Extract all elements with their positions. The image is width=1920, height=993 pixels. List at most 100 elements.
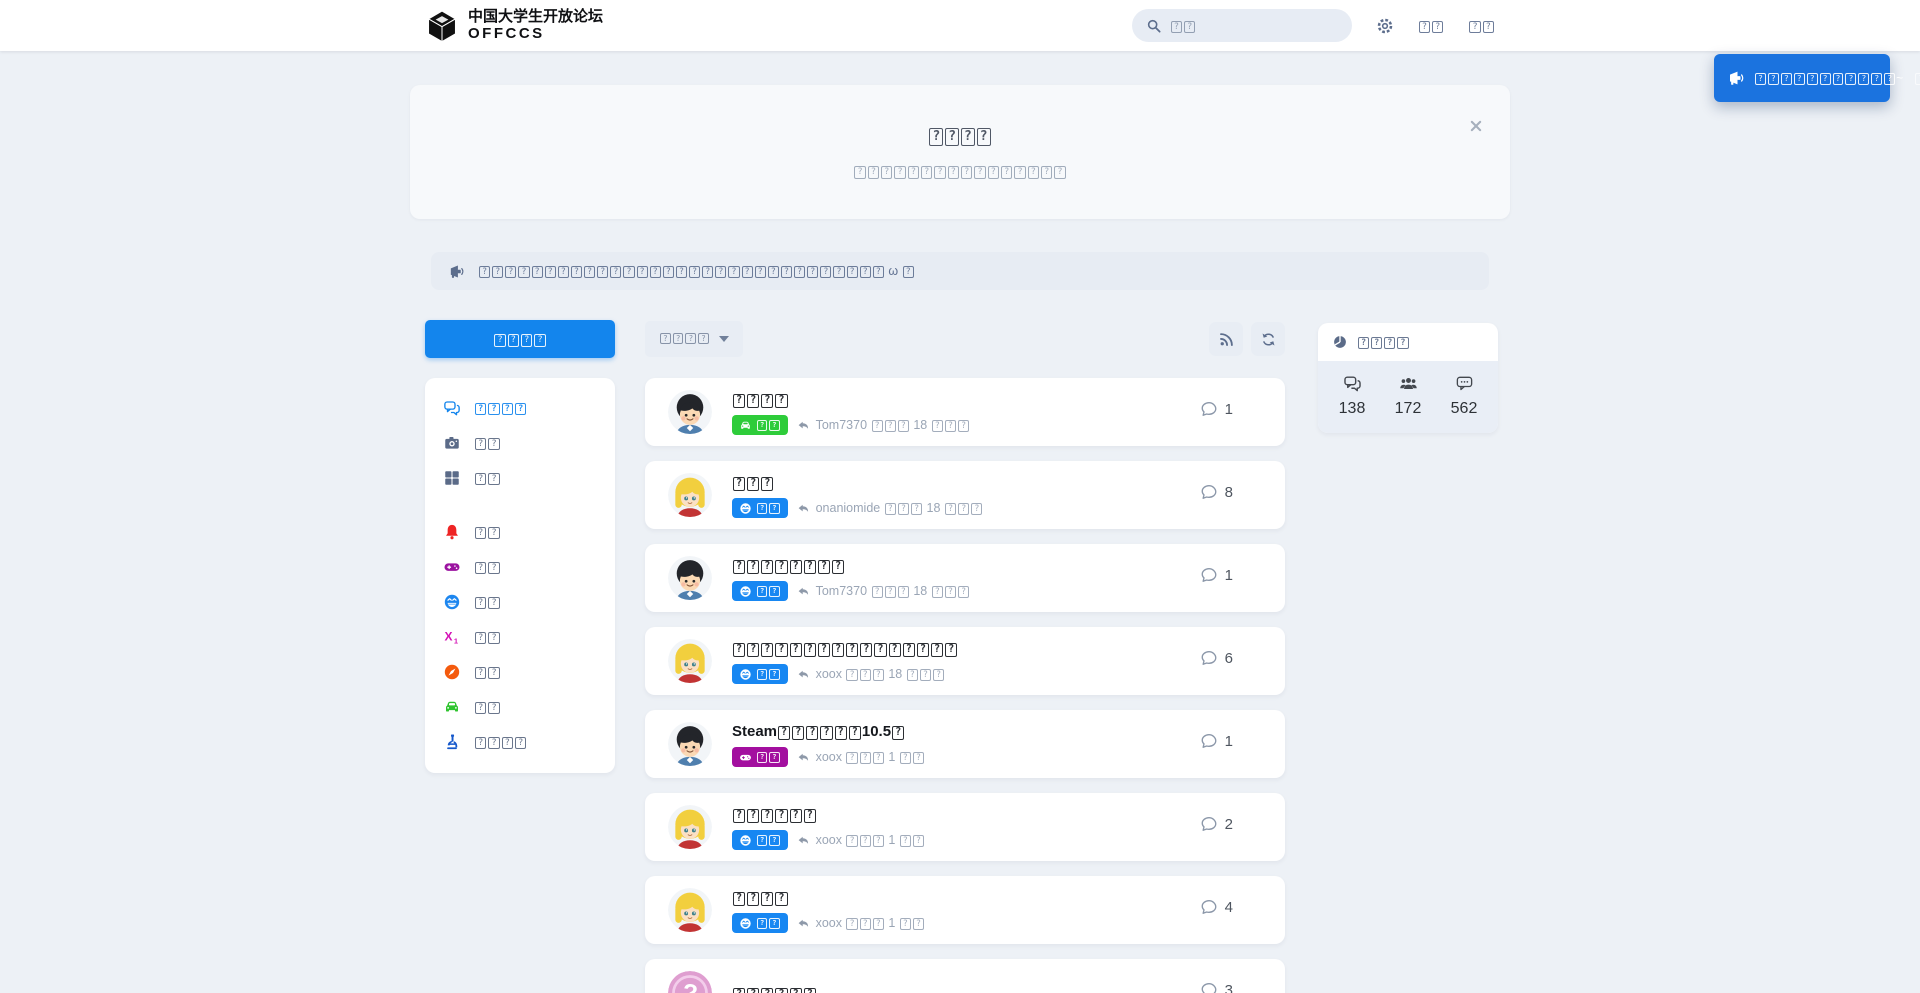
discussion-row[interactable]: ??? ?? onaniomide ??? 18 ??? — [645, 461, 1285, 529]
comment-count[interactable]: 6 — [1200, 649, 1233, 667]
discussion-row[interactable]: ?????? 3 — [645, 959, 1285, 993]
grid-icon — [443, 469, 461, 487]
site-title: 中国大学生开放论坛 — [468, 9, 603, 26]
comment-count[interactable]: 1 — [1200, 732, 1233, 750]
megaphone-icon — [1727, 69, 1745, 87]
discussion-title[interactable]: Steam??????10.5? — [732, 723, 925, 741]
tag-badge[interactable]: ?? — [732, 664, 788, 684]
reply-icon — [797, 502, 810, 515]
discussion-list-column: ???? ???? — [645, 320, 1285, 993]
welcome-hero: ???? ???????????????? — [410, 85, 1510, 219]
sidebar-tag-explore[interactable]: ?? — [425, 654, 615, 689]
tag-badge[interactable]: ?? — [732, 913, 788, 933]
sidebar-tag-life[interactable]: ?? — [425, 689, 615, 724]
tag-badge[interactable]: ?? — [732, 498, 788, 518]
stats-title: ???? — [1357, 335, 1410, 349]
announcement-bar: ??????????????????????????????? ω ? — [431, 252, 1489, 290]
comment-bubble-icon — [1200, 815, 1218, 833]
last-reply-meta: xoox ??? 1 ?? — [797, 833, 925, 847]
comment-count[interactable]: 4 — [1200, 898, 1233, 916]
last-reply-meta: xoox ??? 1 ?? — [797, 750, 925, 764]
discussion-row[interactable]: ?????? ?? xoox ??? 1 ?? — [645, 793, 1285, 861]
comment-count[interactable]: 1 — [1200, 400, 1233, 418]
cube-logo-icon — [425, 9, 459, 43]
hero-title: ???? — [410, 125, 1510, 147]
avatar — [668, 888, 712, 932]
sidebar-tag-science[interactable]: ???? — [425, 724, 615, 759]
announcement-toast[interactable]: ???????????~ ? — [1714, 54, 1890, 102]
comment-count[interactable]: 3 — [1200, 981, 1233, 993]
sidebar-tag-x1[interactable]: ?? — [425, 619, 615, 654]
toast-link[interactable]: ? — [1914, 71, 1920, 85]
discussion-title[interactable]: ???????? — [732, 557, 970, 575]
gear-icon — [1376, 17, 1394, 35]
discussion-row[interactable]: ???? ?? Tom7370 ??? 18 ??? — [645, 378, 1285, 446]
comment-count[interactable]: 2 — [1200, 815, 1233, 833]
discussion-row[interactable]: ???? ?? xoox ??? 1 ?? — [645, 876, 1285, 944]
site-logo[interactable]: 中国大学生开放论坛 OFFCCS — [425, 9, 603, 43]
forum-stats-card: ???? 138 172 562 — [1318, 323, 1498, 433]
discussion-title[interactable]: ???? — [732, 391, 970, 409]
comment-count[interactable]: 1 — [1200, 566, 1233, 584]
megaphone-icon — [448, 263, 465, 280]
comment-bubble-icon — [1200, 981, 1218, 993]
discussion-row[interactable]: Steam??????10.5? ?? xoox ??? 1 ?? — [645, 710, 1285, 778]
stat-users: 172 — [1380, 374, 1436, 418]
last-reply-meta: Tom7370 ??? 18 ??? — [797, 584, 971, 598]
hero-close-button[interactable] — [1466, 117, 1486, 137]
comment-bubble-icon — [1200, 483, 1218, 501]
car-icon — [739, 419, 752, 432]
nav-link-login[interactable]: ?? — [1418, 18, 1445, 34]
sidebar-item-following[interactable]: ?? — [425, 425, 615, 460]
settings-button[interactable] — [1376, 17, 1394, 35]
grin-face-icon — [739, 834, 752, 847]
rss-button[interactable] — [1209, 322, 1243, 356]
tag-badge[interactable]: ?? — [732, 415, 788, 435]
sidebar-tag-chat[interactable]: ?? — [425, 584, 615, 619]
sort-dropdown-label: ???? — [659, 333, 710, 345]
users-icon — [1399, 374, 1418, 393]
grin-face-icon — [739, 585, 752, 598]
tag-badge[interactable]: ?? — [732, 581, 788, 601]
comment-count[interactable]: 8 — [1200, 483, 1233, 501]
comment-bubble-icon — [1200, 566, 1218, 584]
sidebar-item-all-discussions[interactable]: ???? — [425, 390, 615, 425]
avatar — [668, 639, 712, 683]
sidebar-tag-games[interactable]: ?? — [425, 549, 615, 584]
discussion-row[interactable]: ???????????????? ?? xoox ??? 18 ??? — [645, 627, 1285, 695]
refresh-button[interactable] — [1251, 322, 1285, 356]
tag-badge[interactable]: ?? — [732, 747, 788, 767]
discussion-row[interactable]: ???????? ?? Tom7370 ??? 18 ??? — [645, 544, 1285, 612]
discussion-title[interactable]: ???? — [732, 889, 925, 907]
search-input[interactable]: ?? — [1132, 9, 1352, 42]
pie-chart-icon — [1332, 334, 1348, 350]
refresh-icon — [1260, 331, 1277, 348]
comment-dots-icon — [1455, 374, 1474, 393]
grin-face-icon — [739, 668, 752, 681]
sidebar-item-tags[interactable]: ?? — [425, 460, 615, 495]
bell-icon — [443, 523, 461, 541]
stat-posts: 562 — [1436, 374, 1492, 418]
avatar — [668, 805, 712, 849]
sidebar-tag-announcements[interactable]: ?? — [425, 514, 615, 549]
grin-face-icon — [739, 502, 752, 515]
nav-link-signup[interactable]: ?? — [1468, 18, 1495, 34]
reply-icon — [797, 834, 810, 847]
new-topic-button[interactable]: ???? — [425, 320, 615, 358]
grin-face-icon — [739, 917, 752, 930]
reply-icon — [797, 751, 810, 764]
reply-icon — [797, 419, 810, 432]
sidebar-nav: ???? ?? ?? ?? — [425, 378, 615, 773]
discussion-title[interactable]: ??? — [732, 474, 983, 492]
gamepad-icon — [443, 558, 461, 576]
last-reply-meta: xoox ??? 1 ?? — [797, 916, 925, 930]
discussion-title[interactable]: ?????? — [732, 985, 817, 993]
reply-icon — [797, 585, 810, 598]
avatar — [668, 390, 712, 434]
comments-icon — [443, 399, 461, 417]
sort-dropdown[interactable]: ???? — [645, 321, 743, 357]
tag-badge[interactable]: ?? — [732, 830, 788, 850]
discussion-title[interactable]: ?????? — [732, 806, 925, 824]
discussion-title[interactable]: ???????????????? — [732, 640, 958, 658]
right-sidebar: ???? 138 172 562 — [1318, 320, 1498, 993]
